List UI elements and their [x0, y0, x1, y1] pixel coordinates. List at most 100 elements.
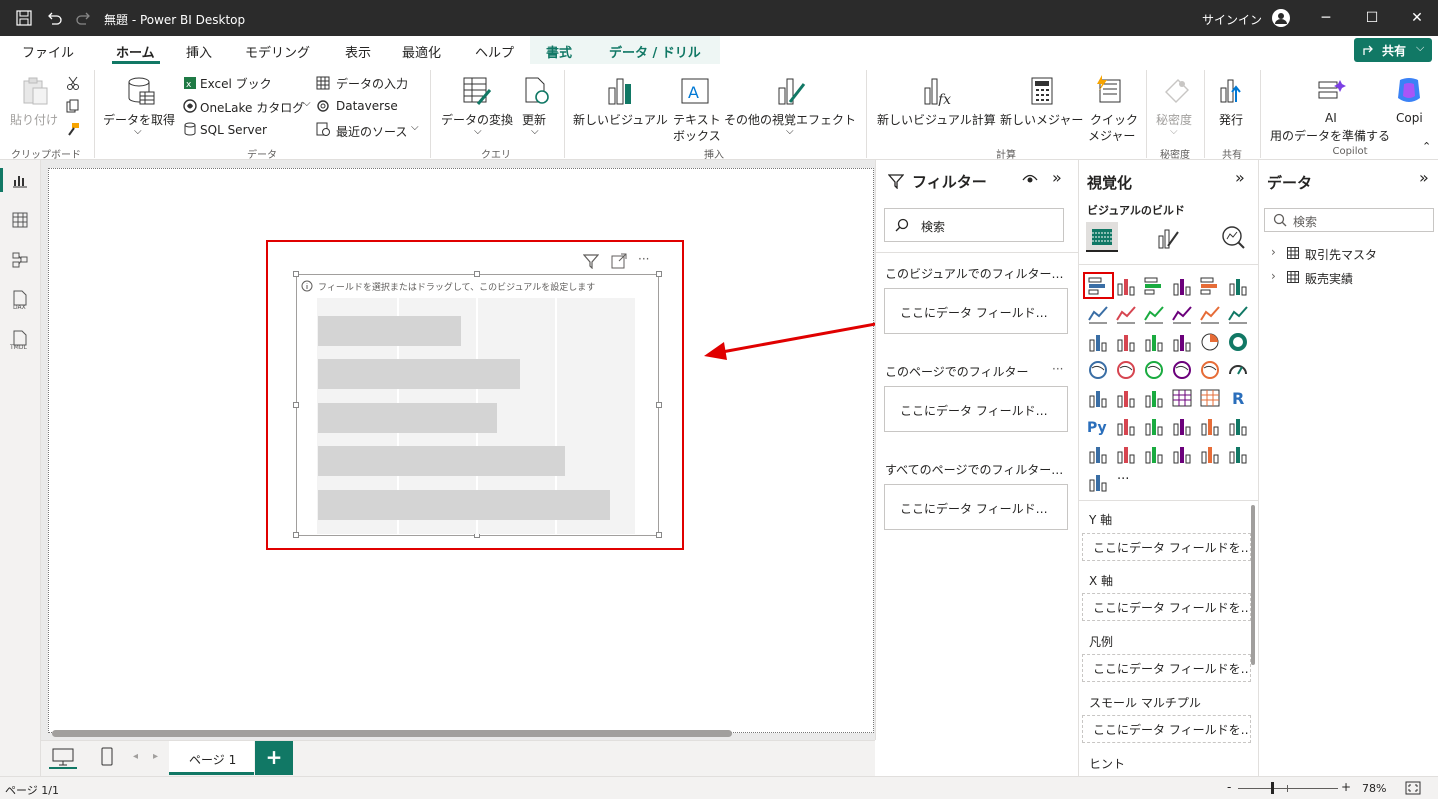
desktop-layout-icon[interactable] — [52, 747, 74, 767]
map-icon[interactable] — [1115, 359, 1137, 381]
visual-filters-drop-zone[interactable]: ここにデータ フィールド… — [884, 288, 1068, 334]
tmdl-view-icon[interactable]: TMDL — [9, 330, 31, 350]
prev-page-icon[interactable]: ◂ — [133, 751, 138, 762]
filter-icon[interactable] — [583, 253, 599, 269]
format-painter-icon[interactable] — [66, 122, 80, 136]
maximize-button[interactable]: ☐ — [1349, 0, 1395, 36]
100-stacked-column-chart-icon[interactable] — [1227, 275, 1249, 297]
100-stacked-area-chart-icon[interactable] — [1171, 303, 1193, 325]
zoom-slider-track[interactable] — [1238, 788, 1338, 789]
treemap-icon[interactable] — [1087, 359, 1109, 381]
kpi-icon[interactable] — [1115, 387, 1137, 409]
waterfall-chart-icon[interactable] — [1115, 331, 1137, 353]
resize-handle[interactable] — [293, 271, 299, 277]
recent-sources-button[interactable]: 最近のソース — [336, 123, 407, 140]
resize-handle[interactable] — [656, 532, 662, 538]
tab-home[interactable]: ホーム — [116, 42, 155, 61]
more-visuals-gallery[interactable]: ··· — [1117, 472, 1129, 487]
undo-icon[interactable] — [46, 10, 62, 26]
analytics-icon[interactable] — [1220, 224, 1246, 250]
build-visual-tab[interactable] — [1086, 222, 1118, 252]
resize-handle[interactable] — [293, 532, 299, 538]
tab-optimize[interactable]: 最適化 — [402, 42, 441, 61]
stacked-bar-chart-icon[interactable] — [1087, 275, 1109, 297]
publish-button[interactable]: 発行 — [1219, 111, 1243, 128]
key-influencers-icon[interactable] — [1115, 415, 1137, 437]
matrix-icon[interactable] — [1199, 387, 1221, 409]
resize-handle[interactable] — [656, 402, 662, 408]
copy-icon[interactable] — [66, 99, 80, 113]
tab-file[interactable]: ファイル — [22, 42, 74, 61]
zoom-in-button[interactable]: + — [1341, 780, 1351, 794]
power-automate-icon[interactable] — [1227, 443, 1249, 465]
data-agent-icon[interactable] — [1087, 471, 1109, 493]
excel-workbook-button[interactable]: Excel ブック — [200, 75, 272, 92]
goals-icon[interactable] — [1199, 415, 1221, 437]
table-view-icon[interactable] — [12, 212, 28, 228]
cut-icon[interactable] — [66, 76, 80, 90]
tab-insert[interactable]: 挿入 — [186, 42, 212, 61]
share-button[interactable]: 共有 ⌵ — [1354, 38, 1432, 62]
table-item[interactable]: › 取引先マスタ — [1271, 245, 1431, 263]
python-visual-icon[interactable]: Py — [1087, 415, 1109, 437]
collapse-data-icon[interactable]: » — [1419, 168, 1429, 187]
table-icon[interactable] — [1171, 387, 1193, 409]
textbox-button[interactable]: テキスト — [673, 111, 721, 128]
page-filters-drop-zone[interactable]: ここにデータ フィールド… — [884, 386, 1068, 432]
tab-view[interactable]: 表示 — [345, 42, 371, 61]
format-visual-icon[interactable] — [1156, 226, 1180, 250]
legend-drop-zone[interactable]: ここにデータ フィールドを… — [1082, 654, 1251, 682]
collapse-viz-icon[interactable]: » — [1235, 168, 1245, 187]
y-axis-drop-zone[interactable]: ここにデータ フィールドを… — [1082, 533, 1251, 561]
canvas-scrollbar[interactable] — [52, 730, 732, 737]
tab-help[interactable]: ヘルプ — [475, 42, 514, 61]
visual-more-options[interactable]: ··· — [638, 252, 649, 266]
minimize-button[interactable]: ─ — [1303, 0, 1349, 36]
save-icon[interactable] — [16, 10, 32, 26]
copilot-button[interactable]: Copi — [1396, 111, 1423, 125]
table-item[interactable]: › 販売実績 — [1271, 269, 1431, 287]
add-page-button[interactable]: + — [255, 741, 293, 775]
tab-data-drill[interactable]: データ / ドリル — [609, 42, 701, 61]
line-clustered-column-chart-icon[interactable] — [1199, 303, 1221, 325]
clustered-bar-chart-icon[interactable] — [1143, 275, 1165, 297]
tab-format[interactable]: 書式 — [546, 42, 572, 61]
next-page-icon[interactable]: ▸ — [153, 751, 158, 762]
new-visual-button[interactable]: 新しいビジュアル — [573, 111, 668, 128]
filters-search-input[interactable]: 検索 — [884, 208, 1064, 242]
ribbon-chart-icon[interactable] — [1087, 331, 1109, 353]
image-visual-icon[interactable] — [1171, 443, 1193, 465]
paste-button[interactable]: 貼り付け — [10, 111, 58, 128]
dax-query-view-icon[interactable]: DAX — [10, 290, 30, 310]
fit-to-page-icon[interactable] — [1405, 781, 1421, 795]
line-chart-icon[interactable] — [1087, 303, 1109, 325]
slicer-icon[interactable] — [1143, 387, 1165, 409]
new-measure-button[interactable]: 新しいメジャー — [1000, 111, 1083, 128]
quick-measure-button[interactable]: クイック — [1090, 111, 1138, 128]
dataverse-button[interactable]: Dataverse — [336, 99, 398, 113]
signin-link[interactable]: サインイン — [1202, 11, 1262, 28]
paginated-report-icon[interactable] — [1171, 415, 1193, 437]
collapse-filters-icon[interactable]: » — [1052, 168, 1062, 187]
data-search-input[interactable]: 検索 — [1264, 208, 1434, 232]
account-icon[interactable] — [1271, 8, 1291, 28]
pie-chart-icon[interactable] — [1199, 331, 1221, 353]
model-view-icon[interactable] — [12, 252, 28, 268]
sql-server-button[interactable]: SQL Server — [200, 123, 267, 137]
small-multiples-drop-zone[interactable]: ここにデータ フィールドを… — [1082, 715, 1251, 743]
funnel-chart-icon[interactable] — [1143, 331, 1165, 353]
power-apps-icon[interactable] — [1199, 443, 1221, 465]
resize-handle[interactable] — [293, 402, 299, 408]
close-button[interactable]: ✕ — [1394, 0, 1438, 36]
shape-map-icon[interactable] — [1171, 359, 1193, 381]
report-view-icon[interactable] — [12, 172, 28, 188]
x-axis-drop-zone[interactable]: ここにデータ フィールドを… — [1082, 593, 1251, 621]
enter-data-button[interactable]: データの入力 — [336, 75, 408, 92]
area-chart-icon[interactable] — [1115, 303, 1137, 325]
filled-map-icon[interactable] — [1143, 359, 1165, 381]
metrics-icon[interactable] — [1227, 415, 1249, 437]
narrative-icon[interactable] — [1115, 443, 1137, 465]
zoom-out-button[interactable]: - — [1227, 780, 1231, 794]
ai-prep-button[interactable]: AI — [1325, 111, 1337, 125]
redo-icon[interactable] — [76, 10, 92, 26]
